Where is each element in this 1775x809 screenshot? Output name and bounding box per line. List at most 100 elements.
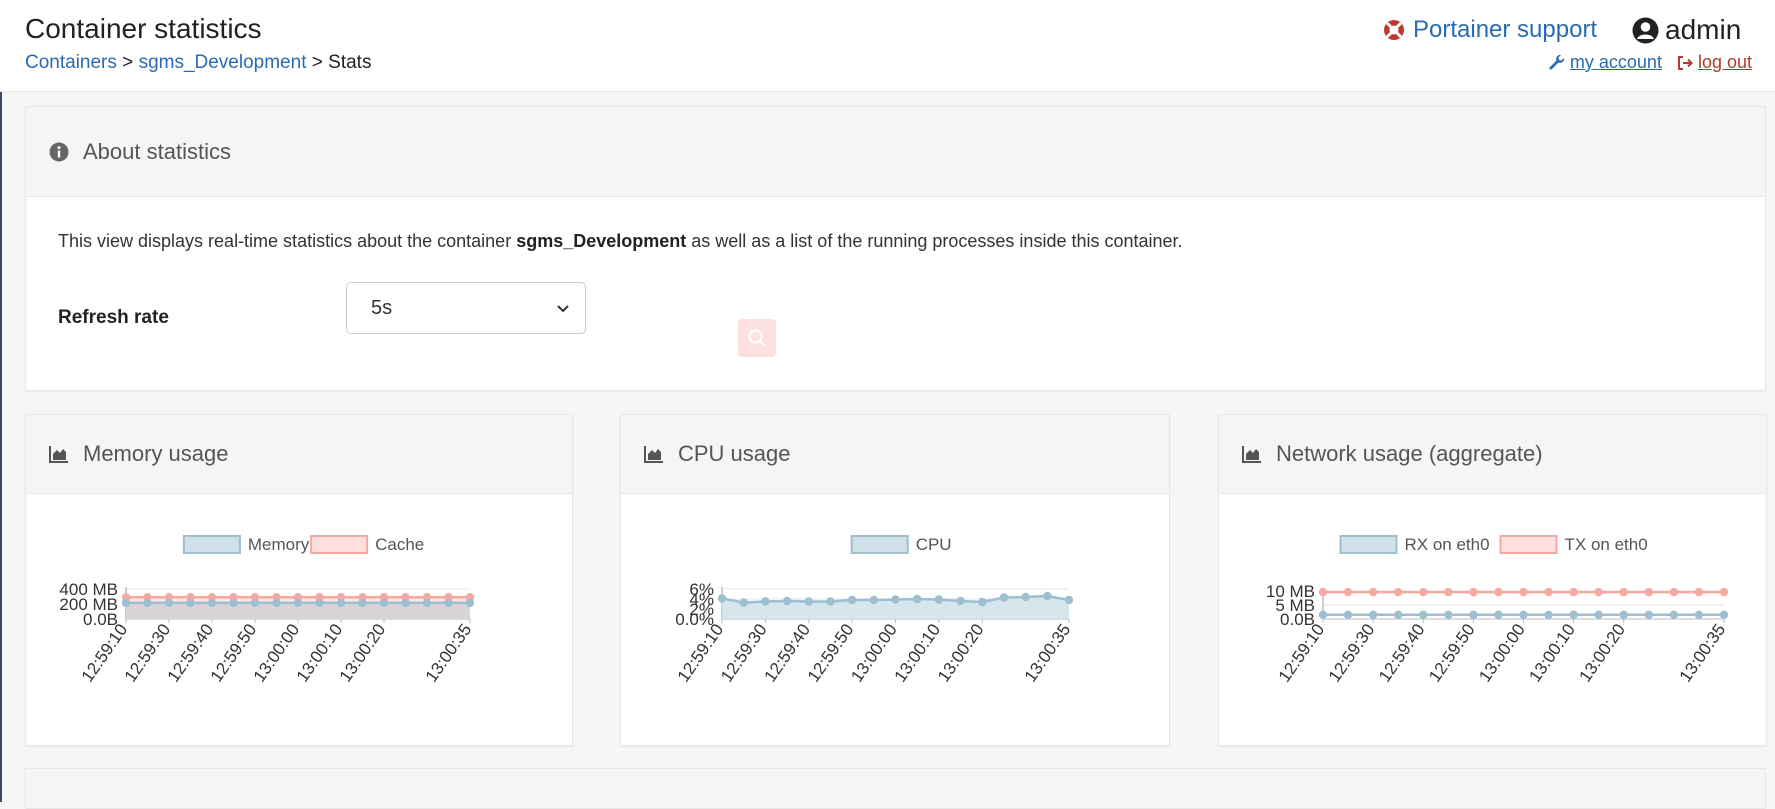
data-point xyxy=(1021,592,1030,602)
data-point xyxy=(1444,610,1453,619)
my-account-label: my account xyxy=(1569,52,1662,72)
data-point xyxy=(761,597,770,606)
data-point xyxy=(1594,587,1603,597)
refresh-rate-value: 5s xyxy=(371,296,393,319)
x-tick-label: 12:59:30 xyxy=(1325,620,1379,685)
data-point xyxy=(1064,595,1074,605)
username: admin xyxy=(1665,14,1742,45)
data-point xyxy=(1694,610,1704,619)
refresh-rate-select[interactable]: 5s xyxy=(346,282,586,334)
breadcrumb-containers-link[interactable]: Containers xyxy=(25,52,117,73)
y-tick-label: 6% xyxy=(689,580,714,599)
info-circle-icon xyxy=(49,142,69,161)
my-account-link[interactable]: my account xyxy=(1548,52,1662,73)
data-point xyxy=(186,598,195,608)
life-ring-icon xyxy=(1384,20,1404,40)
data-point xyxy=(1719,587,1729,597)
breadcrumb: Containers > sgms_Development > Stats xyxy=(25,52,371,74)
data-point xyxy=(717,594,727,603)
data-point xyxy=(847,595,857,605)
data-point xyxy=(121,598,131,608)
x-tick-label: 12:59:40 xyxy=(1375,620,1429,685)
data-point xyxy=(978,597,987,607)
data-point xyxy=(143,598,152,608)
area-chart-icon xyxy=(644,446,663,463)
data-point xyxy=(804,597,813,606)
memory-usage-title: Memory usage xyxy=(83,441,229,466)
legend-label: CPU xyxy=(916,535,952,554)
memory-chart: Memory Cache0.0B200 MB400 MB12:59:1012:59… xyxy=(59,535,476,686)
about-statistics-title: About statistics xyxy=(83,138,231,164)
data-point xyxy=(1694,587,1704,597)
legend-swatch xyxy=(1499,535,1558,554)
data-point xyxy=(826,597,835,606)
breadcrumb-separator: > xyxy=(311,52,323,73)
search-overlay-button[interactable] xyxy=(738,319,776,357)
data-point xyxy=(891,595,900,604)
data-point xyxy=(336,598,346,608)
about-desc-pre: This view displays real-time statistics … xyxy=(58,231,517,251)
data-point xyxy=(315,598,324,608)
legend-label: RX on eth0 xyxy=(1405,535,1490,554)
data-point xyxy=(1343,587,1353,597)
x-tick-label: 13:00:20 xyxy=(1575,620,1629,685)
data-point xyxy=(869,595,879,605)
data-point xyxy=(1544,610,1553,619)
data-point xyxy=(1318,610,1328,619)
data-point xyxy=(1644,610,1654,619)
log-out-link[interactable]: log out xyxy=(1676,52,1752,73)
cpu-usage-header: CPU usage xyxy=(621,415,1169,494)
data-point xyxy=(1494,587,1503,597)
data-point xyxy=(1444,587,1453,597)
area-chart-icon xyxy=(49,446,68,463)
memory-usage-header: Memory usage xyxy=(26,415,572,494)
cpu-usage-panel: CPU usage CPU 0.0% 2% 4% 6% 12:59:10 12:59:30 1… xyxy=(620,414,1170,746)
area-chart-icon xyxy=(1242,446,1261,463)
processes-header xyxy=(26,769,1765,809)
data-point xyxy=(1569,587,1578,597)
x-tick-label: 13:00:00 xyxy=(1475,620,1529,685)
legend-label: Memory xyxy=(248,535,310,554)
wrench-icon xyxy=(1549,54,1564,70)
legend-label: Cache xyxy=(375,535,424,554)
data-point xyxy=(999,593,1009,602)
about-description: This view displays real-time statistics … xyxy=(58,231,1183,252)
data-point xyxy=(912,594,922,604)
data-point xyxy=(1318,587,1328,597)
data-point xyxy=(1494,610,1503,619)
x-tick-label: 13:00:10 xyxy=(1525,620,1579,685)
log-out-label: log out xyxy=(1697,52,1752,72)
user-menu: admin xyxy=(1632,14,1741,46)
refresh-rate-label: Refresh rate xyxy=(58,307,169,328)
data-point xyxy=(1669,587,1679,597)
legend-swatch xyxy=(182,535,241,554)
data-point xyxy=(207,598,217,608)
page-title: Container statistics xyxy=(25,13,262,44)
data-point xyxy=(1569,610,1578,619)
about-container-name: sgms_Development xyxy=(516,231,687,251)
data-point xyxy=(250,598,260,608)
data-point xyxy=(422,598,432,608)
legend-swatch xyxy=(850,535,909,554)
x-tick-label: 12:59:10 xyxy=(1275,620,1329,685)
data-point xyxy=(401,598,410,608)
about-desc-post: as well as a list of the running process… xyxy=(686,231,1183,251)
network-usage-header: Network usage (aggregate) xyxy=(1219,415,1766,494)
data-point xyxy=(444,598,453,608)
user-circle-icon xyxy=(1632,17,1659,43)
left-edge-rule xyxy=(0,0,2,802)
network-usage-panel: Network usage (aggregate) RX on eth0 TX o… xyxy=(1218,414,1767,746)
x-tick-label: 13:00:35 xyxy=(422,620,476,685)
data-point xyxy=(1368,587,1378,597)
data-point xyxy=(1669,610,1679,619)
data-point xyxy=(739,598,748,607)
portainer-support-link[interactable]: Portainer support xyxy=(1383,16,1597,44)
data-point xyxy=(1343,610,1353,619)
data-point xyxy=(1544,587,1553,597)
data-point xyxy=(229,598,238,608)
breadcrumb-container-link[interactable]: sgms_Development xyxy=(139,52,307,73)
data-point xyxy=(465,598,475,608)
legend-swatch xyxy=(1339,535,1398,554)
data-point xyxy=(1519,610,1528,619)
data-point xyxy=(272,598,281,608)
